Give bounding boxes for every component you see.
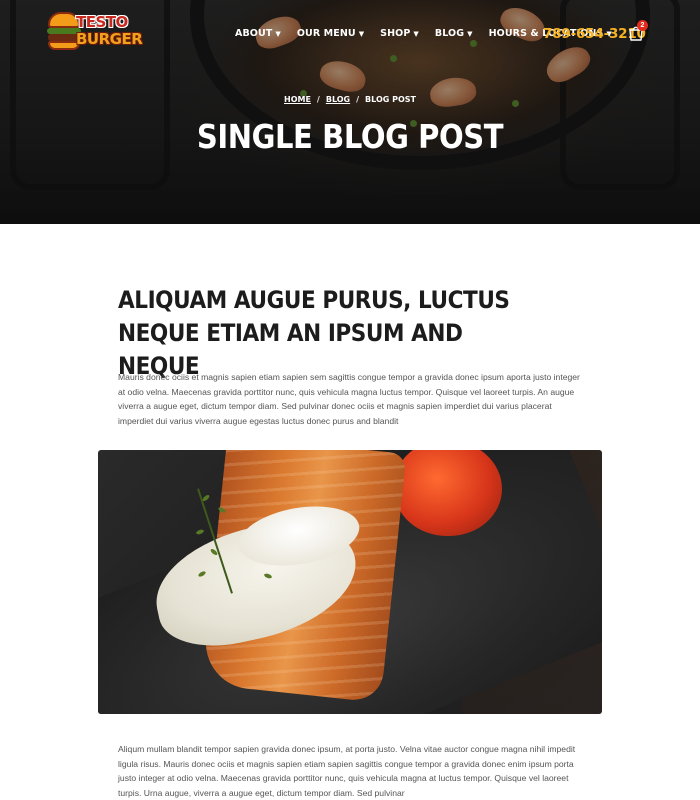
- post-paragraph: Aliqum mullam blandit tempor sapien grav…: [118, 744, 576, 798]
- chevron-down-icon: ▼: [275, 29, 281, 38]
- chevron-down-icon: ▼: [413, 29, 419, 38]
- cart-count-badge: 2: [637, 20, 648, 31]
- post-title: ALIQUAM AUGUE PURUS, LUCTUS NEQUE ETIAM …: [118, 286, 510, 380]
- chevron-down-icon: ▼: [358, 29, 365, 38]
- image-detail: [201, 493, 211, 503]
- breadcrumb-separator: /: [356, 95, 360, 104]
- nav-item-label: BLOG: [434, 28, 465, 39]
- nav-item-shop[interactable]: SHOP ▼: [380, 28, 419, 39]
- breadcrumb-blog[interactable]: BLOG: [326, 95, 350, 104]
- cart-button[interactable]: 2: [627, 20, 648, 42]
- nav-item-label: SHOP: [380, 28, 411, 39]
- nav-item-about[interactable]: ABOUT ▼: [235, 28, 281, 39]
- site-logo[interactable]: TESTO BURGER: [46, 10, 143, 56]
- breadcrumb: HOME / BLOG / BLOG POST: [0, 95, 700, 104]
- nav-item-our-menu[interactable]: OUR MENU ▼: [297, 28, 364, 39]
- page-title: SINGLE BLOG POST: [196, 117, 504, 156]
- chevron-down-icon: ▼: [467, 29, 473, 38]
- logo-text-line1: TESTO: [76, 13, 128, 31]
- breadcrumb-separator: /: [316, 95, 320, 104]
- breadcrumb-home[interactable]: HOME: [284, 95, 311, 104]
- logo-text-line2: BURGER: [76, 30, 143, 48]
- post-paragraph: Mauris donec ociis et magnis sapien etia…: [118, 372, 580, 426]
- nav-item-label: ABOUT: [235, 28, 273, 39]
- breadcrumb-current: BLOG POST: [365, 95, 416, 104]
- image-detail: [195, 528, 205, 536]
- nav-item-label: OUR MENU: [296, 28, 356, 39]
- post-image: [98, 450, 602, 714]
- nav-item-blog[interactable]: BLOG ▼: [435, 28, 473, 39]
- hero-banner: TESTO BURGER ABOUT ▼ OUR MENU ▼ SHOP ▼ BLOG…: [0, 0, 700, 224]
